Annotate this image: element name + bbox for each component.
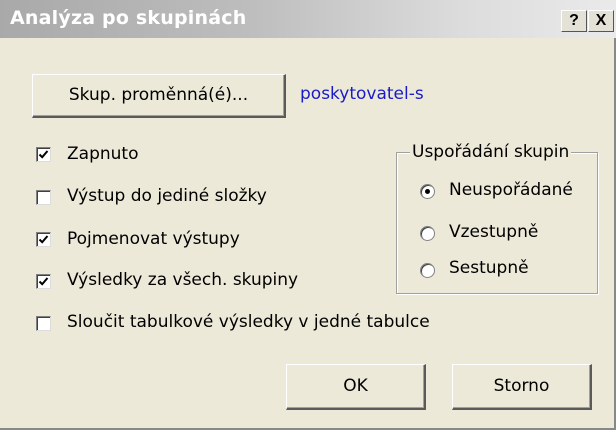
radio-ascending[interactable] xyxy=(420,226,435,241)
checkbox-label: Výsledky za všech. skupiny xyxy=(67,270,299,290)
cancel-button[interactable]: Storno xyxy=(452,364,592,410)
radio-label: Vzestupně xyxy=(449,222,539,242)
dialog: Analýza po skupinách ? X Skup. proměnná(… xyxy=(0,0,616,430)
close-button[interactable]: X xyxy=(588,10,614,32)
radio-unsorted[interactable] xyxy=(420,184,435,199)
help-icon: ? xyxy=(569,12,579,29)
ok-button[interactable]: OK xyxy=(286,364,426,410)
checkbox-single-folder[interactable] xyxy=(36,190,51,205)
checkbox-all-groups[interactable] xyxy=(36,274,51,289)
radio-dot-icon xyxy=(425,189,430,194)
checkmark-icon xyxy=(38,150,49,159)
checkbox-name-outputs[interactable] xyxy=(36,232,51,247)
window-title: Analýza po skupinách xyxy=(10,7,247,29)
radio-label: Neuspořádané xyxy=(449,180,573,200)
close-icon: X xyxy=(595,12,607,29)
group-variable-button[interactable]: Skup. proměnná(é)... xyxy=(32,74,286,118)
checkbox-label: Výstup do jediné složky xyxy=(67,186,267,206)
checkbox-label: Pojmenovat výstupy xyxy=(67,229,240,249)
checkmark-icon xyxy=(38,235,49,244)
group-variable-value: poskytovatel-s xyxy=(300,84,424,104)
checkbox-zapnuto[interactable] xyxy=(36,147,51,162)
sort-groupbox-title: Uspořádání skupin xyxy=(410,142,572,162)
checkbox-label: Sloučit tabulkové výsledky v jedné tabul… xyxy=(67,312,430,332)
help-button[interactable]: ? xyxy=(561,10,587,32)
radio-descending[interactable] xyxy=(420,263,435,278)
title-bar: Analýza po skupinách ? X xyxy=(0,0,616,38)
radio-label: Sestupně xyxy=(449,258,529,278)
checkbox-merge-tables[interactable] xyxy=(36,316,51,331)
checkbox-label: Zapnuto xyxy=(67,144,139,164)
checkmark-icon xyxy=(38,277,49,286)
